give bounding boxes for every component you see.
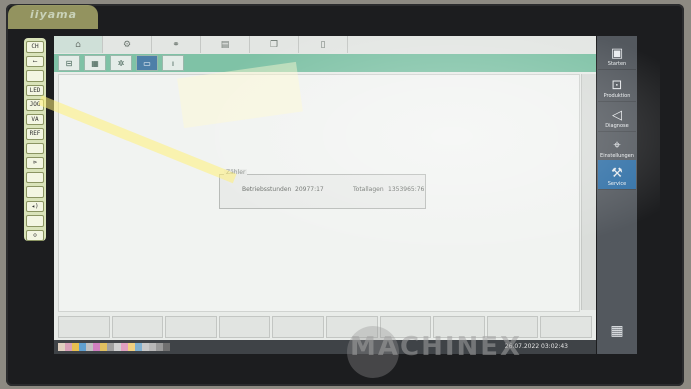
- copy-icon: ❐: [269, 39, 279, 50]
- keypad-key[interactable]: REF: [26, 128, 44, 140]
- function-key-1[interactable]: [58, 316, 110, 338]
- toolbar: ⊟ ▦ ✲ ▭ ı: [54, 54, 596, 72]
- grid-icon: ▦: [610, 323, 624, 339]
- tab-2[interactable]: ⚙: [103, 36, 152, 53]
- watermark-text: MACHINEX: [350, 332, 523, 362]
- tab-5[interactable]: ❐: [250, 36, 299, 53]
- function-key-10[interactable]: [540, 316, 592, 338]
- toolbar-button[interactable]: ı: [162, 55, 184, 71]
- keypad-key[interactable]: VA: [26, 113, 44, 125]
- nav-item-label: Starten: [607, 61, 627, 67]
- keypad-key[interactable]: ⟵: [26, 55, 44, 67]
- stack-icon: ▤: [220, 39, 230, 50]
- tab-6[interactable]: ▯: [299, 36, 348, 53]
- keypad-key[interactable]: ⊙: [26, 229, 44, 241]
- total-label: Totallagen: [353, 186, 384, 193]
- function-key-4[interactable]: [218, 316, 271, 338]
- nav-item-label: Diagnose: [605, 123, 629, 129]
- status-swatches: [58, 343, 170, 351]
- function-key-2[interactable]: [111, 316, 164, 338]
- wrench-icon: ⚒: [611, 166, 623, 181]
- hmi-screen: ⌂ ⚙ ⚭ ▤ ❐ ▯ ⊟ ▦ ✲ ▭ ı Zähler Betriebsstu…: [54, 36, 596, 354]
- counter-legend: Zähler: [224, 169, 248, 176]
- settings-icon: ⌖: [613, 138, 621, 153]
- operating-hours-value: 20977:17: [295, 186, 324, 193]
- keypad-key[interactable]: CH: [26, 41, 44, 53]
- nav-item-production[interactable]: ⊡ Produktion: [598, 72, 636, 102]
- settings-icon: ⚙: [122, 39, 132, 50]
- function-key-5[interactable]: [272, 316, 324, 338]
- gear-icon: ✲: [117, 58, 125, 68]
- info-icon: ı: [171, 58, 175, 68]
- toolbar-button[interactable]: ▦: [84, 55, 106, 71]
- tab-3[interactable]: ⚭: [152, 36, 201, 53]
- keypad-key[interactable]: LED: [26, 84, 44, 96]
- nav-item-start[interactable]: ▣ Starten: [598, 40, 636, 70]
- home-icon: ▣: [610, 46, 624, 61]
- vertical-scrollbar[interactable]: [581, 74, 596, 310]
- operating-hours-label: Betriebsstunden: [242, 186, 292, 193]
- production-icon: ⊡: [611, 78, 623, 93]
- link-icon: ⚭: [172, 39, 180, 50]
- machine-icon: ⌂: [75, 39, 81, 50]
- keypad-key[interactable]: ◂): [26, 200, 44, 212]
- diagnosis-icon: ◁: [612, 108, 622, 123]
- keypad-key[interactable]: [26, 142, 44, 154]
- nav-item-label: Einstellungen: [600, 153, 634, 159]
- nav-item-label: Service: [607, 181, 627, 187]
- nav-item-label: Produktion: [603, 93, 631, 99]
- app-grid-button[interactable]: ▦: [604, 322, 630, 340]
- nav-item-service[interactable]: ⚒ Service: [598, 160, 636, 190]
- toolbar-button[interactable]: ✲: [110, 55, 132, 71]
- toolbar-button-selected[interactable]: ▭: [136, 55, 158, 71]
- keypad-key[interactable]: [26, 70, 44, 82]
- tab-4[interactable]: ▤: [201, 36, 250, 53]
- counter-icon: ▭: [143, 58, 151, 68]
- keypad-key[interactable]: [26, 186, 44, 198]
- counter-info-box: Zähler Betriebsstunden 20977:17 Totallag…: [219, 169, 426, 209]
- keypad-key[interactable]: [26, 215, 44, 227]
- right-navigation-panel: ▣ Starten ⊡ Produktion ◁ Diagnose ⌖ Eins…: [597, 36, 637, 354]
- nav-item-settings[interactable]: ⌖ Einstellungen: [598, 132, 636, 162]
- top-tab-bar: ⌂ ⚙ ⚭ ▤ ❐ ▯: [54, 36, 596, 55]
- info-icon: ▯: [320, 39, 326, 50]
- hardware-keypad: CH ⟵ LED JOG VA REF ⊳ ◂) ⊙: [24, 38, 46, 241]
- toolbar-button[interactable]: ⊟: [58, 55, 80, 71]
- tab-overview[interactable]: ⌂: [54, 36, 103, 53]
- nav-item-diagnosis[interactable]: ◁ Diagnose: [598, 102, 636, 132]
- grid-icon: ▦: [91, 58, 99, 68]
- unit-icon: ⊟: [65, 58, 73, 68]
- keypad-key[interactable]: JOG: [26, 99, 44, 111]
- keypad-key[interactable]: [26, 171, 44, 183]
- total-value: 1353965:76: [388, 186, 425, 193]
- brand-logo: iiyama: [30, 8, 78, 21]
- keypad-key[interactable]: ⊳: [26, 157, 44, 169]
- function-key-3[interactable]: [165, 316, 217, 338]
